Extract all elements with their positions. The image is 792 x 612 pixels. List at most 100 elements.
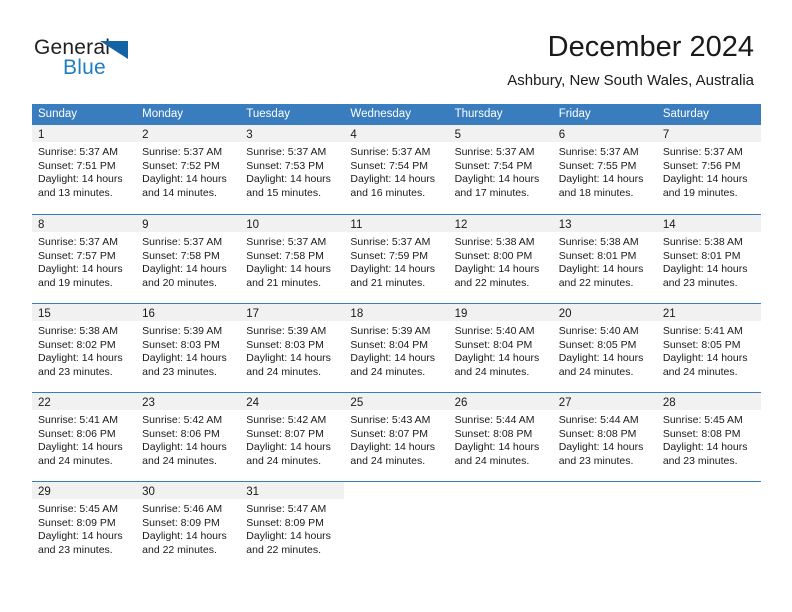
day-cell[interactable]: 29 Sunrise: 5:45 AM Sunset: 8:09 PM Dayligh… <box>32 482 137 570</box>
daylight-text-line1: Daylight: 14 hours <box>558 173 644 186</box>
general-blue-logo[interactable]: General Blue <box>34 36 154 80</box>
day-details: Sunrise: 5:38 AM Sunset: 8:02 PM Daylight:… <box>32 321 136 379</box>
day-cell[interactable]: 1 Sunrise: 5:37 AM Sunset: 7:51 PM Daylight… <box>32 125 137 214</box>
daylight-text-line1: Daylight: 14 hours <box>246 441 331 454</box>
daylight-text-line2: and 14 minutes. <box>142 186 217 199</box>
day-cell[interactable]: 31 Sunrise: 5:47 AM Sunset: 8:09 PM Dayligh… <box>240 482 345 570</box>
daylight-text-line1: Daylight: 14 hours <box>662 352 748 365</box>
sunset-text: Sunset: 8:04 PM <box>350 338 429 351</box>
sunrise-text: Sunrise: 5:37 AM <box>662 146 743 158</box>
sunrise-text: Sunrise: 5:40 AM <box>454 325 535 337</box>
day-cell[interactable]: 8 Sunrise: 5:37 AM Sunset: 7:57 PM Daylight… <box>32 215 137 303</box>
daylight-text-line2: and 15 minutes. <box>246 186 321 199</box>
daylight-text-line2: and 19 minutes. <box>662 186 738 199</box>
daylight-text-line2: and 21 minutes. <box>246 276 321 289</box>
sunset-text: Sunset: 8:01 PM <box>558 249 637 262</box>
weekday-header-tuesday: Tuesday <box>246 108 290 120</box>
daylight-text-line2: and 18 minutes. <box>558 186 634 199</box>
sunrise-text: Sunrise: 5:42 AM <box>246 414 327 426</box>
day-cell[interactable]: 20 Sunrise: 5:40 AM Sunset: 8:05 PM Dayligh… <box>552 304 657 392</box>
day-cell[interactable]: 2 Sunrise: 5:37 AM Sunset: 7:52 PM Daylight… <box>136 125 241 214</box>
day-number-strip: 31 <box>240 482 345 499</box>
day-details: Sunrise: 5:42 AM Sunset: 8:06 PM Daylight:… <box>136 410 240 468</box>
day-number: 7 <box>662 129 670 141</box>
day-cell[interactable]: 6 Sunrise: 5:37 AM Sunset: 7:55 PM Daylight… <box>552 125 657 214</box>
day-cell[interactable]: 19 Sunrise: 5:40 AM Sunset: 8:04 PM Dayligh… <box>448 304 553 392</box>
day-cell[interactable]: 16 Sunrise: 5:39 AM Sunset: 8:03 PM Dayligh… <box>136 304 241 392</box>
day-cell[interactable]: 21 Sunrise: 5:41 AM Sunset: 8:05 PM Dayligh… <box>656 304 761 392</box>
day-details <box>657 499 761 503</box>
daylight-text-line2: and 22 minutes. <box>246 543 321 556</box>
sunrise-text: Sunrise: 5:47 AM <box>246 503 327 515</box>
day-details <box>344 499 448 503</box>
day-cell[interactable]: 28 Sunrise: 5:45 AM Sunset: 8:08 PM Dayligh… <box>656 393 761 481</box>
daylight-text-line1: Daylight: 14 hours <box>142 530 227 543</box>
day-number-strip: 12 <box>448 215 553 232</box>
calendar-week-row: 15 Sunrise: 5:38 AM Sunset: 8:02 PM Dayligh… <box>32 303 761 392</box>
day-cell[interactable]: 17 Sunrise: 5:39 AM Sunset: 8:03 PM Dayligh… <box>240 304 345 392</box>
sunset-text: Sunset: 7:56 PM <box>662 159 741 172</box>
day-details: Sunrise: 5:37 AM Sunset: 7:51 PM Daylight:… <box>32 142 136 200</box>
sunrise-text: Sunrise: 5:39 AM <box>246 325 327 337</box>
day-details: Sunrise: 5:37 AM Sunset: 7:59 PM Daylight:… <box>344 232 448 290</box>
daylight-text-line1: Daylight: 14 hours <box>662 263 748 276</box>
sunrise-text: Sunrise: 5:41 AM <box>38 414 118 426</box>
day-number-strip: 22 <box>32 393 137 410</box>
day-cell[interactable]: 26 Sunrise: 5:44 AM Sunset: 8:08 PM Dayligh… <box>448 393 553 481</box>
sunset-text: Sunset: 8:09 PM <box>38 516 116 529</box>
day-number: 9 <box>142 219 149 231</box>
day-cell[interactable]: 13 Sunrise: 5:38 AM Sunset: 8:01 PM Dayligh… <box>552 215 657 303</box>
sunset-text: Sunset: 8:09 PM <box>246 516 324 529</box>
sunset-text: Sunset: 8:09 PM <box>142 516 220 529</box>
daylight-text-line2: and 24 minutes. <box>246 454 321 467</box>
day-cell[interactable]: 25 Sunrise: 5:43 AM Sunset: 8:07 PM Dayligh… <box>344 393 449 481</box>
day-cell[interactable]: 14 Sunrise: 5:38 AM Sunset: 8:01 PM Dayligh… <box>656 215 761 303</box>
daylight-text-line2: and 13 minutes. <box>38 186 113 199</box>
day-cell[interactable]: 22 Sunrise: 5:41 AM Sunset: 8:06 PM Dayligh… <box>32 393 137 481</box>
day-number-strip <box>448 482 553 499</box>
day-cell[interactable]: 3 Sunrise: 5:37 AM Sunset: 7:53 PM Daylight… <box>240 125 345 214</box>
day-cell[interactable]: 23 Sunrise: 5:42 AM Sunset: 8:06 PM Dayligh… <box>136 393 241 481</box>
daylight-text-line1: Daylight: 14 hours <box>246 352 331 365</box>
daylight-text-line1: Daylight: 14 hours <box>662 441 748 454</box>
day-details: Sunrise: 5:43 AM Sunset: 8:07 PM Daylight:… <box>344 410 448 468</box>
day-cell[interactable]: 15 Sunrise: 5:38 AM Sunset: 8:02 PM Dayligh… <box>32 304 137 392</box>
day-number: 25 <box>350 397 364 409</box>
sunset-text: Sunset: 7:57 PM <box>38 249 116 262</box>
day-cell[interactable]: 12 Sunrise: 5:38 AM Sunset: 8:00 PM Dayligh… <box>448 215 553 303</box>
day-details: Sunrise: 5:39 AM Sunset: 8:03 PM Daylight:… <box>136 321 240 379</box>
day-cell[interactable]: 24 Sunrise: 5:42 AM Sunset: 8:07 PM Dayligh… <box>240 393 345 481</box>
day-cell[interactable]: 30 Sunrise: 5:46 AM Sunset: 8:09 PM Dayligh… <box>136 482 241 570</box>
sunset-text: Sunset: 8:02 PM <box>38 338 116 351</box>
day-cell[interactable]: 18 Sunrise: 5:39 AM Sunset: 8:04 PM Dayligh… <box>344 304 449 392</box>
weekday-header-sunday: Sunday <box>38 108 78 120</box>
day-number: 29 <box>38 486 51 498</box>
daylight-text-line1: Daylight: 14 hours <box>350 263 436 276</box>
day-cell[interactable]: 4 Sunrise: 5:37 AM Sunset: 7:54 PM Daylight… <box>344 125 449 214</box>
sunrise-text: Sunrise: 5:44 AM <box>558 414 639 426</box>
daylight-text-line2: and 23 minutes. <box>662 454 738 467</box>
daylight-text-line2: and 24 minutes. <box>246 365 321 378</box>
day-number-strip: 19 <box>448 304 553 321</box>
day-cell[interactable]: 7 Sunrise: 5:37 AM Sunset: 7:56 PM Daylight… <box>656 125 761 214</box>
day-number: 20 <box>558 308 572 320</box>
day-number: 15 <box>38 308 51 320</box>
day-cell[interactable]: 5 Sunrise: 5:37 AM Sunset: 7:54 PM Daylight… <box>448 125 553 214</box>
day-details: Sunrise: 5:46 AM Sunset: 8:09 PM Daylight:… <box>136 499 240 557</box>
day-number-strip: 1 <box>32 125 137 142</box>
day-details <box>449 499 553 503</box>
day-number-strip: 30 <box>136 482 241 499</box>
daylight-text-line2: and 23 minutes. <box>662 276 738 289</box>
day-details: Sunrise: 5:47 AM Sunset: 8:09 PM Daylight:… <box>240 499 344 557</box>
day-number: 6 <box>558 129 566 141</box>
daylight-text-line1: Daylight: 14 hours <box>350 441 436 454</box>
day-cell[interactable]: 27 Sunrise: 5:44 AM Sunset: 8:08 PM Dayligh… <box>552 393 657 481</box>
day-details: Sunrise: 5:38 AM Sunset: 8:00 PM Daylight:… <box>449 232 553 290</box>
day-cell[interactable]: 9 Sunrise: 5:37 AM Sunset: 7:58 PM Daylight… <box>136 215 241 303</box>
sunrise-text: Sunrise: 5:38 AM <box>662 236 743 248</box>
sunrise-text: Sunrise: 5:42 AM <box>142 414 223 426</box>
day-cell[interactable]: 11 Sunrise: 5:37 AM Sunset: 7:59 PM Dayligh… <box>344 215 449 303</box>
day-number: 3 <box>246 129 253 141</box>
day-number: 1 <box>38 129 45 141</box>
day-cell[interactable]: 10 Sunrise: 5:37 AM Sunset: 7:58 PM Dayligh… <box>240 215 345 303</box>
